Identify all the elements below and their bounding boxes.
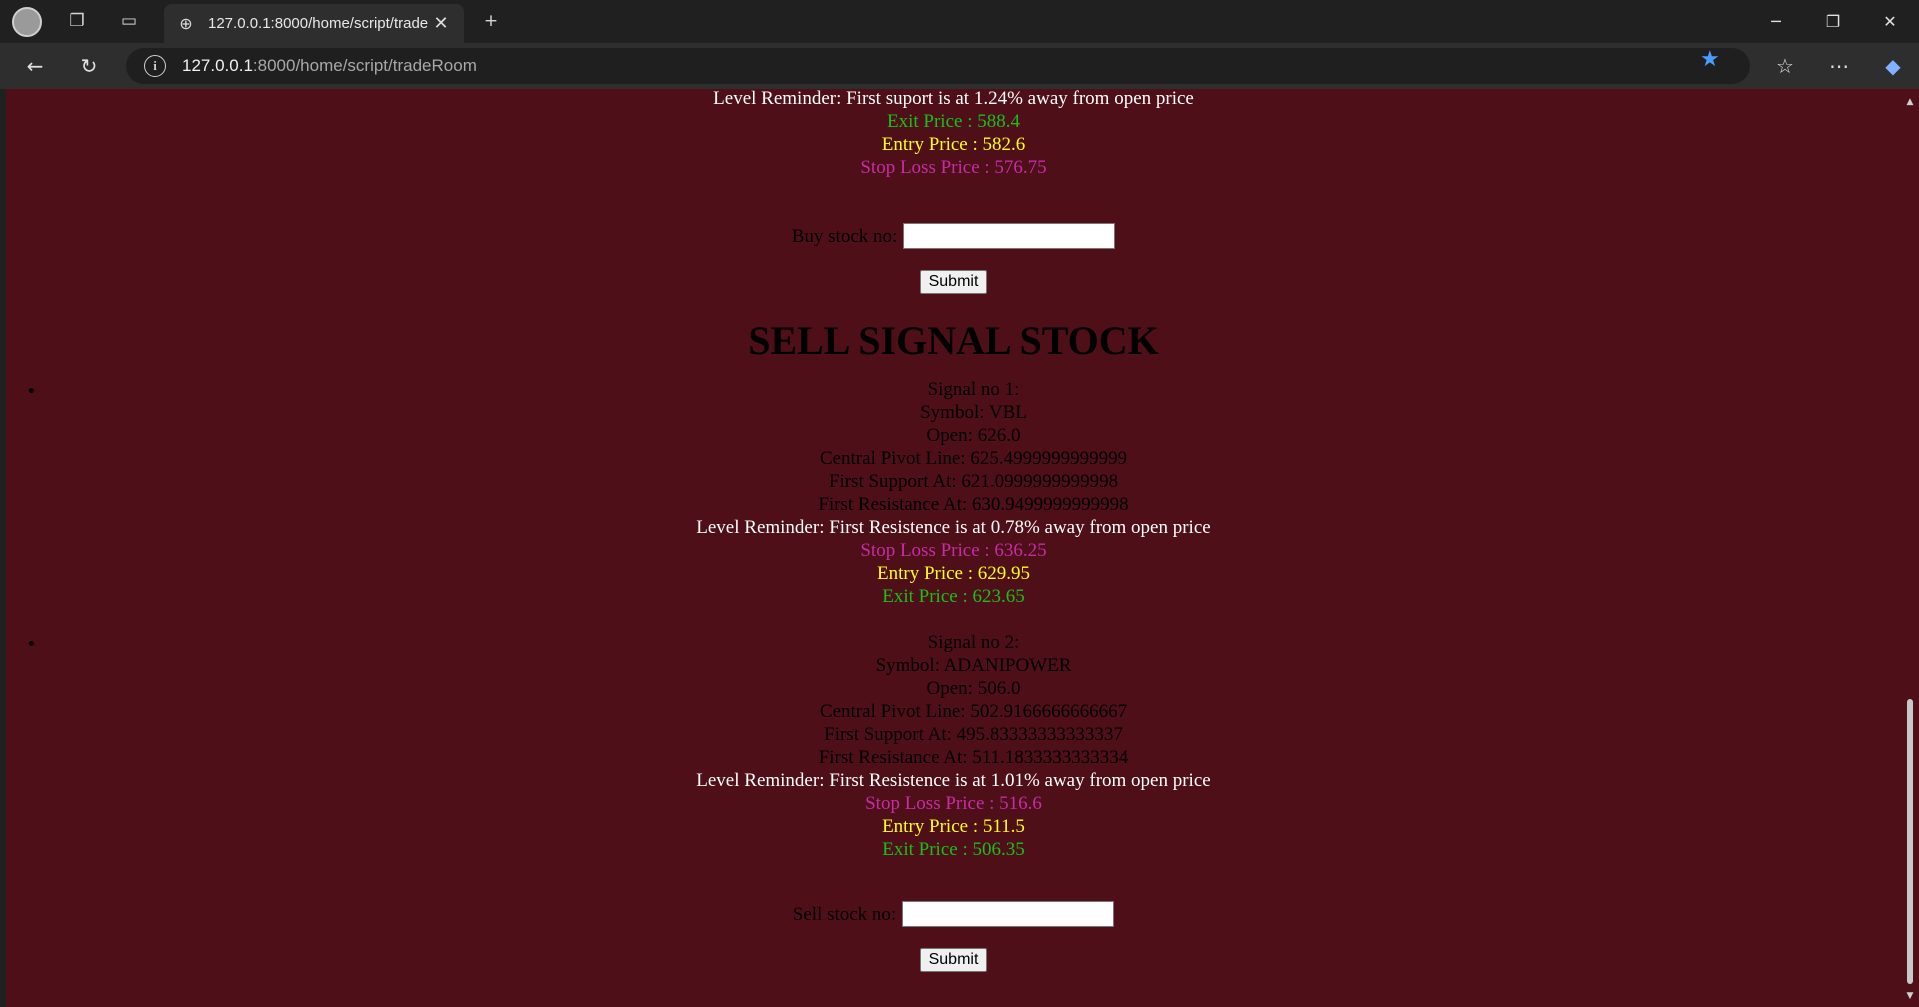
signal-central-pivot: Central Pivot Line: 625.4999999999999 xyxy=(819,448,1128,469)
buy-input-label: Buy stock no: xyxy=(791,225,898,247)
buy-stock-input[interactable] xyxy=(903,223,1116,249)
page-scrollbar[interactable]: ▲ ▼ xyxy=(1901,89,1919,1007)
signal-first-support: First Support At: 621.0999999999998 xyxy=(828,471,1119,492)
sell-form: Sell stock no: xyxy=(6,901,1901,927)
more-menu-icon[interactable]: ⋯ xyxy=(1822,51,1856,81)
tab-title: 127.0.0.1:8000/home/script/trade xyxy=(208,15,429,32)
globe-icon: ⊕ xyxy=(179,14,193,33)
sell-signal-list: Signal no 1: Symbol: VBL Open: 626.0 Cen… xyxy=(6,378,1901,861)
new-tab-button[interactable]: + xyxy=(474,6,508,36)
active-tab[interactable]: ⊕ 127.0.0.1:8000/home/script/trade ✕ xyxy=(164,4,464,43)
signal-open: Open: 506.0 xyxy=(926,678,1021,699)
sell-heading: SELL SIGNAL STOCK xyxy=(748,318,1159,363)
signal-symbol: Symbol: ADANIPOWER xyxy=(875,655,1072,676)
site-info-icon[interactable]: i xyxy=(144,55,166,77)
sell-submit-button[interactable]: Submit xyxy=(919,948,988,972)
scroll-thumb[interactable] xyxy=(1907,699,1913,984)
sell-stock-input[interactable] xyxy=(902,901,1115,927)
close-tab-icon[interactable]: ✕ xyxy=(430,13,452,34)
signal-number: Signal no 1: xyxy=(927,379,1020,400)
copilot-icon[interactable]: ◆ xyxy=(1876,51,1910,81)
buy-exit-price: Exit Price : 588.4 xyxy=(887,111,1020,132)
scroll-down-icon[interactable]: ▼ xyxy=(1905,991,1915,1001)
page-content: Level Reminder: First suport is at 1.24%… xyxy=(6,89,1901,1007)
minimize-button[interactable]: ─ xyxy=(1756,6,1796,36)
signal-entry-price: Entry Price : 629.95 xyxy=(876,563,1031,584)
signal-stop-loss-price: Stop Loss Price : 636.25 xyxy=(860,540,1047,561)
signal-entry-price: Entry Price : 511.5 xyxy=(882,816,1025,837)
vertical-tabs-icon[interactable]: ▭ xyxy=(112,6,146,36)
signal-level-reminder: Level Reminder: First Resistence is at 1… xyxy=(696,770,1211,791)
signal-stop-loss-price: Stop Loss Price : 516.6 xyxy=(865,793,1042,814)
signal-open: Open: 626.0 xyxy=(926,425,1021,446)
buy-submit-button[interactable]: Submit xyxy=(919,270,988,294)
signal-first-resistance: First Resistance At: 511.1833333333334 xyxy=(818,747,1129,768)
buy-level-reminder: Level Reminder: First suport is at 1.24%… xyxy=(713,89,1194,109)
back-button[interactable]: ← xyxy=(18,51,52,81)
profile-avatar[interactable] xyxy=(12,7,42,37)
signal-exit-price: Exit Price : 623.65 xyxy=(882,586,1025,607)
url-host: 127.0.0.1 xyxy=(182,56,253,75)
close-window-button[interactable]: ✕ xyxy=(1870,6,1910,36)
buy-entry-price: Entry Price : 582.6 xyxy=(881,134,1026,155)
browser-tab-bar: ❐ ▭ ⊕ 127.0.0.1:8000/home/script/trade ✕… xyxy=(0,0,1919,43)
address-bar-row: ← ↻ i 127.0.0.1:8000/home/script/tradeRo… xyxy=(0,43,1919,89)
signal-central-pivot: Central Pivot Line: 502.9166666666667 xyxy=(819,701,1128,722)
signal-level-reminder: Level Reminder: First Resistence is at 0… xyxy=(696,517,1211,538)
scroll-up-icon[interactable]: ▲ xyxy=(1905,97,1915,107)
signal-symbol: Symbol: VBL xyxy=(920,402,1027,423)
favorites-icon[interactable]: ☆ xyxy=(1768,51,1802,81)
favorite-star-icon[interactable]: ★ xyxy=(1700,47,1720,72)
address-field[interactable]: i 127.0.0.1:8000/home/script/tradeRoom xyxy=(126,48,1750,84)
restore-button[interactable]: ❐ xyxy=(1813,6,1853,36)
sell-signal-item: Signal no 2: Symbol: ADANIPOWER Open: 50… xyxy=(46,631,1901,861)
signal-first-resistance: First Resistance At: 630.9499999999998 xyxy=(818,494,1129,515)
signal-exit-price: Exit Price : 506.35 xyxy=(882,839,1025,860)
url-path: :8000/home/script/tradeRoom xyxy=(252,56,477,75)
sell-signal-item: Signal no 1: Symbol: VBL Open: 626.0 Cen… xyxy=(46,378,1901,608)
buy-form: Buy stock no: xyxy=(6,223,1901,249)
workspaces-icon[interactable]: ❐ xyxy=(60,6,94,36)
signal-first-support: First Support At: 495.83333333333337 xyxy=(824,724,1123,745)
signal-number: Signal no 2: xyxy=(927,632,1020,653)
buy-stop-loss-price: Stop Loss Price : 576.75 xyxy=(860,157,1047,178)
reload-button[interactable]: ↻ xyxy=(72,51,106,81)
sell-input-label: Sell stock no: xyxy=(792,903,897,925)
